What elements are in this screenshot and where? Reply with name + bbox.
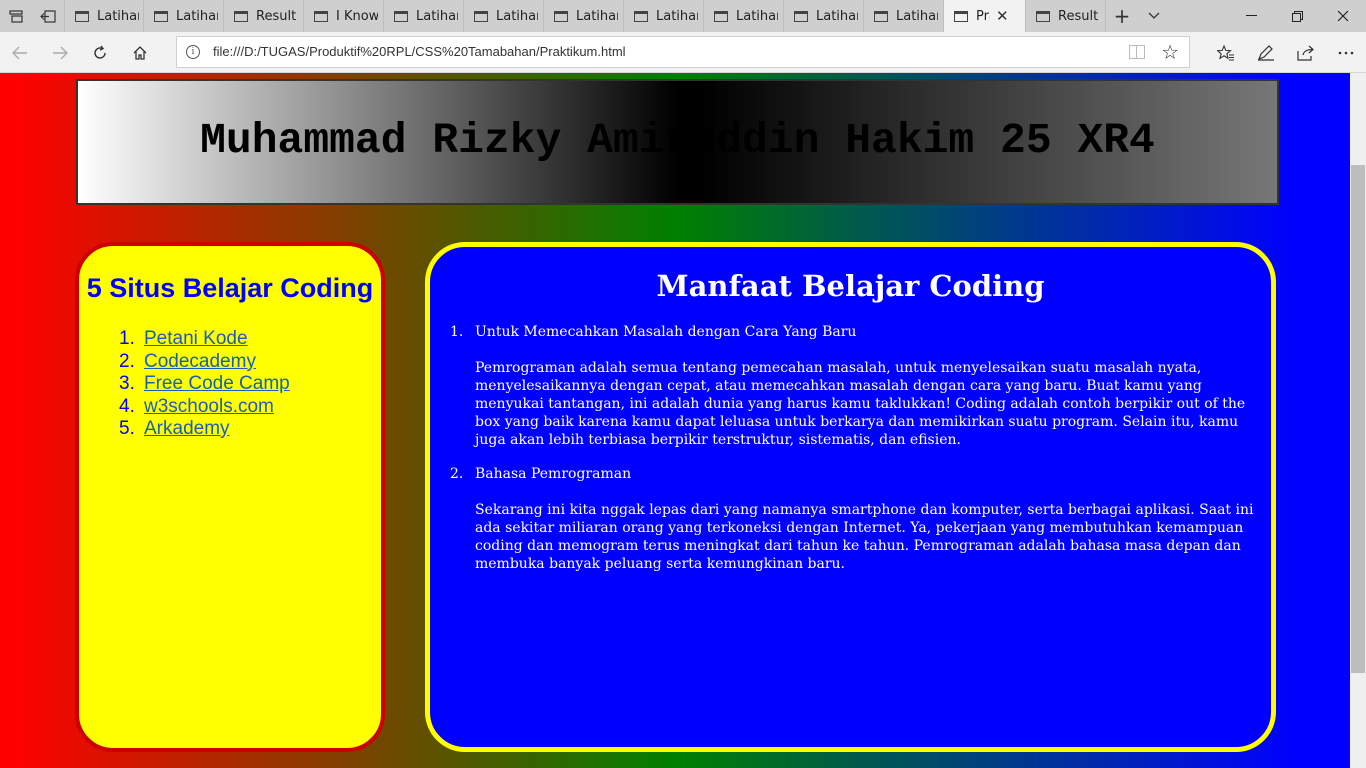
page-icon	[954, 10, 968, 22]
sidebar-title: 5 Situs Belajar Coding	[86, 273, 374, 303]
page-icon	[554, 10, 568, 22]
page-icon	[874, 10, 888, 22]
tab[interactable]: Result	[1026, 0, 1106, 32]
sidebar-panel: 5 Situs Belajar Coding 1. Petani Kode 2. Co…	[75, 242, 385, 752]
benefit-heading: Bahasa Pemrograman	[475, 466, 632, 482]
page-title: Muhammad Rizky Amiruddin Hakim 25 XR4	[200, 115, 1155, 165]
benefit-text: Sekarang ini kita nggak lepas dari yang …	[475, 502, 1254, 572]
site-list-item: 5. Arkademy	[119, 418, 381, 441]
benefit-item: 1. Untuk Memecahkan Masalah dengan Cara Y…	[450, 323, 1265, 465]
scrollbar-thumb[interactable]	[1351, 165, 1365, 673]
page-icon	[634, 10, 648, 22]
tab-active[interactable]: Pra ✕	[944, 0, 1026, 32]
site-number: 3.	[119, 373, 135, 394]
site-number: 1.	[119, 328, 135, 349]
tab-label: Result	[256, 8, 297, 24]
page-icon	[1036, 10, 1050, 22]
benefit-text: Pemrograman adalah semua tentang pemecah…	[475, 360, 1246, 448]
site-link[interactable]: Codecademy	[144, 351, 256, 374]
tab-label: Latihar	[736, 8, 778, 24]
tab[interactable]: Latihar	[864, 0, 944, 32]
benefit-heading: Untuk Memecahkan Masalah dengan Cara Yan…	[475, 324, 857, 340]
page-icon	[794, 10, 808, 22]
tab[interactable]: Latihar	[544, 0, 624, 32]
close-tab-icon[interactable]: ✕	[996, 7, 1009, 25]
page-icon	[154, 10, 168, 22]
forward-button[interactable]	[45, 38, 75, 68]
tab-label: Latihar	[656, 8, 698, 24]
tab-label: Latihar	[896, 8, 938, 24]
info-icon[interactable]: i	[186, 45, 200, 59]
url-text[interactable]: file:///D:/TUGAS/Produktif%20RPL/CSS%20T…	[213, 44, 626, 59]
site-list-item: 3. Free Code Camp	[119, 373, 381, 396]
tab-strip: Latihar Latihar Result I Know Latihar Latihar…	[0, 0, 1366, 32]
site-link[interactable]: Petani Kode	[144, 328, 248, 351]
tab-label: Pra	[976, 8, 990, 24]
tab-label: Latihar	[416, 8, 458, 24]
navigation-bar: i file:///D:/TUGAS/Produktif%20RPL/CSS%2…	[0, 32, 1366, 73]
minimize-button[interactable]	[1228, 0, 1274, 32]
home-button[interactable]	[125, 38, 155, 68]
reading-view-icon[interactable]	[1129, 45, 1145, 59]
tab-label: Result	[1058, 8, 1099, 24]
address-bar[interactable]: i file:///D:/TUGAS/Produktif%20RPL/CSS%2…	[176, 36, 1190, 68]
page-icon	[314, 10, 328, 22]
page-icon	[394, 10, 408, 22]
tab[interactable]: I Know	[304, 0, 384, 32]
tab[interactable]: Result	[224, 0, 304, 32]
benefit-body: Bahasa Pemrograman Sekarang ini kita ngga…	[475, 465, 1265, 589]
benefit-list: 1. Untuk Memecahkan Masalah dengan Cara Y…	[450, 323, 1265, 589]
tab-label: Latihar	[576, 8, 618, 24]
main-content-panel: Manfaat Belajar Coding 1. Untuk Memecahka…	[425, 242, 1276, 752]
tab-label: Latihar	[816, 8, 858, 24]
site-link[interactable]: Free Code Camp	[144, 373, 290, 396]
tab-menu-chevron-icon[interactable]	[1138, 0, 1170, 32]
tab[interactable]: Latihar	[384, 0, 464, 32]
back-button[interactable]	[5, 38, 35, 68]
tab-label: Latihar	[496, 8, 538, 24]
tab-label: I Know	[336, 8, 378, 24]
tab-list: Latihar Latihar Result I Know Latihar Latihar…	[64, 0, 1106, 32]
tab[interactable]: Latihar	[64, 0, 144, 32]
tab[interactable]: Latihar	[784, 0, 864, 32]
site-list-item: 2. Codecademy	[119, 351, 381, 374]
page-icon	[474, 10, 488, 22]
refresh-button[interactable]	[85, 38, 115, 68]
site-list-item: 1. Petani Kode	[119, 328, 381, 351]
page-icon	[75, 10, 89, 22]
header-banner: Muhammad Rizky Amiruddin Hakim 25 XR4	[76, 79, 1279, 205]
vertical-scrollbar[interactable]	[1350, 73, 1366, 768]
tab[interactable]: Latihar	[144, 0, 224, 32]
site-list-item: 4. w3schools.com	[119, 396, 381, 419]
tab[interactable]: Latihar	[704, 0, 784, 32]
close-window-button[interactable]	[1320, 0, 1366, 32]
site-link[interactable]: w3schools.com	[144, 396, 274, 419]
favorites-list-icon[interactable]	[1211, 38, 1241, 68]
restore-button[interactable]	[1274, 0, 1320, 32]
benefit-number: 1.	[450, 324, 464, 340]
set-aside-tabs-icon[interactable]	[32, 0, 64, 32]
new-tab-button[interactable]: +	[1106, 0, 1138, 32]
site-link[interactable]: Arkademy	[144, 418, 230, 441]
tab-label: Latihar	[176, 8, 218, 24]
favorite-star-icon[interactable]: ☆	[1161, 40, 1179, 64]
more-menu-icon[interactable]	[1331, 38, 1361, 68]
share-icon[interactable]	[1291, 38, 1321, 68]
tab-label: Latihar	[97, 8, 139, 24]
site-number: 4.	[119, 395, 135, 417]
tab[interactable]: Latihar	[464, 0, 544, 32]
tab[interactable]: Latihar	[624, 0, 704, 32]
benefit-item: 2. Bahasa Pemrograman Sekarang ini kita ng…	[450, 465, 1265, 589]
main-title: Manfaat Belajar Coding	[656, 269, 1045, 303]
benefit-body: Untuk Memecahkan Masalah dengan Cara Yan…	[475, 323, 1265, 465]
page-viewport: Muhammad Rizky Amiruddin Hakim 25 XR4 5 …	[0, 73, 1350, 768]
page-icon	[234, 10, 248, 22]
site-number: 5.	[119, 418, 135, 439]
site-list: 1. Petani Kode 2. Codecademy 3. Free Code Cam…	[119, 328, 381, 441]
web-note-pen-icon[interactable]	[1251, 38, 1281, 68]
tab-preview-icon[interactable]	[0, 0, 32, 32]
benefit-number: 2.	[450, 466, 464, 482]
site-number: 2.	[119, 350, 135, 372]
page-icon	[714, 10, 728, 22]
